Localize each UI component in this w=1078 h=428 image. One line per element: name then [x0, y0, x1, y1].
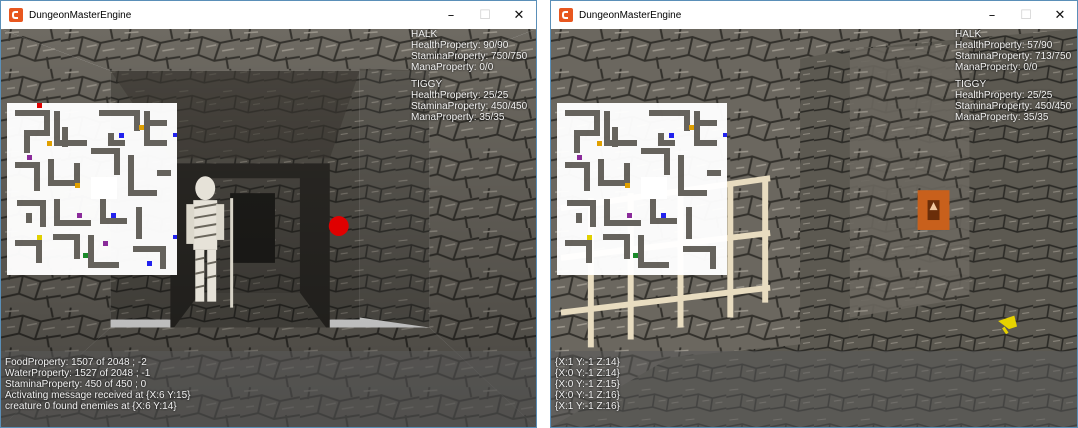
champion-mana: ManaProperty: 35/35 [955, 112, 1049, 123]
window-title: DungeonMasterEngine [29, 9, 132, 21]
log-line: {X:0 Y:-1 Z:16} [555, 390, 620, 401]
dungeon-minimap [7, 103, 177, 275]
maximize-button: ☐ [479, 7, 491, 23]
close-button[interactable]: ✕ [502, 1, 536, 29]
window-title: DungeonMasterEngine [579, 9, 682, 21]
message-log-band [551, 351, 1077, 427]
log-line: Activating message received at {X:6 Y:15… [5, 390, 191, 401]
position-log: {X:1 Y:-1 Z:14} {X:0 Y:-1 Z:14} {X:0 Y:-… [555, 357, 620, 412]
close-button[interactable]: ✕ [1043, 1, 1077, 29]
minimize-button[interactable]: – [975, 1, 1009, 29]
champion-health: HealthProperty: 25/25 [955, 90, 1053, 101]
log-line: {X:1 Y:-1 Z:14} [555, 357, 620, 368]
champion-stamina: StaminaProperty: 713/750 [955, 51, 1072, 62]
champion-health: HealthProperty: 25/25 [411, 90, 509, 101]
game-window-right: DungeonMasterEngine – ☐ ✕ HALK HealthPro… [550, 0, 1078, 428]
maximize-button: ☐ [1020, 7, 1032, 23]
log-line: WaterProperty: 1527 of 2048 ; -1 [5, 368, 151, 379]
champion-mana: ManaProperty: 0/0 [955, 62, 1038, 73]
log-line: creature 0 found enemies at {X:6 Y:14} [5, 401, 177, 412]
title-bar[interactable]: DungeonMasterEngine – ☐ ✕ [1, 1, 536, 29]
game-viewport[interactable]: HALK HealthProperty: 57/90 StaminaProper… [551, 29, 1077, 427]
party-status-panel: HALK HealthProperty: 90/90 StaminaProper… [411, 29, 527, 123]
champion-mana: ManaProperty: 35/35 [411, 112, 505, 123]
log-line: {X:0 Y:-1 Z:15} [555, 379, 620, 390]
champion-stamina: StaminaProperty: 450/450 [955, 101, 1072, 112]
champion-stamina: StaminaProperty: 750/750 [411, 51, 528, 62]
message-log: FoodProperty: 1507 of 2048 ; -2 WaterPro… [5, 357, 191, 412]
log-line: StaminaProperty: 450 of 450 ; 0 [5, 379, 147, 390]
game-window-left: DungeonMasterEngine – ☐ ✕ HALK HealthPro… [0, 0, 537, 428]
log-line: {X:1 Y:-1 Z:16} [555, 401, 620, 412]
champion-health: HealthProperty: 57/90 [955, 40, 1053, 51]
log-line: {X:0 Y:-1 Z:14} [555, 368, 620, 379]
log-line: FoodProperty: 1507 of 2048 ; -2 [5, 357, 147, 368]
party-status-panel: HALK HealthProperty: 57/90 StaminaProper… [955, 29, 1071, 123]
champion-name: HALK [955, 29, 982, 40]
title-bar[interactable]: DungeonMasterEngine – ☐ ✕ [551, 1, 1077, 29]
game-viewport[interactable]: HALK HealthProperty: 90/90 StaminaProper… [1, 29, 536, 427]
champion-health: HealthProperty: 90/90 [411, 40, 509, 51]
champion-stamina: StaminaProperty: 450/450 [411, 101, 528, 112]
minimize-button[interactable]: – [434, 1, 468, 29]
enemy-marker [328, 216, 349, 236]
dungeon-minimap [557, 103, 727, 275]
wall-switch [917, 190, 950, 230]
champion-mana: ManaProperty: 0/0 [411, 62, 494, 73]
app-logo-icon [559, 8, 573, 22]
app-logo-icon [9, 8, 23, 22]
champion-name: TIGGY [411, 79, 443, 90]
champion-name: TIGGY [955, 79, 987, 90]
champion-name: HALK [411, 29, 438, 40]
